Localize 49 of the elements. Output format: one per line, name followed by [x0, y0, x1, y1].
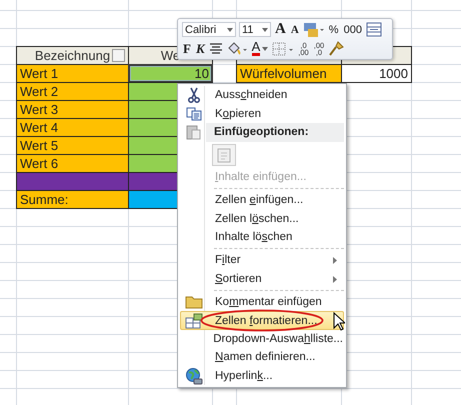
format-painter-icon[interactable]	[328, 40, 344, 56]
menu-item[interactable]: Sortieren	[180, 270, 344, 288]
font-name-field[interactable]: Calibri	[182, 22, 236, 37]
menu-item[interactable]: Zellen formatieren...	[180, 311, 344, 330]
number-format-button[interactable]: %	[328, 21, 340, 38]
menu-item[interactable]: Zellen einfügen...	[180, 191, 344, 210]
fill-color-icon[interactable]	[226, 40, 248, 56]
cell-styles-icon[interactable]	[302, 22, 325, 38]
submenu-arrow-icon	[333, 276, 337, 283]
table-cell: Wert 3	[16, 100, 129, 119]
clipboard-icon	[185, 124, 201, 140]
column-header: Bezeichnung	[16, 46, 129, 65]
menu-item[interactable]: Kommentar einfügen	[180, 292, 344, 312]
shrink-font-button[interactable]: A	[290, 21, 300, 38]
copy-icon	[186, 106, 202, 121]
table-cell: Würfelvolumen	[236, 64, 342, 83]
format-cells-icon	[185, 312, 203, 329]
submenu-arrow-icon	[333, 257, 337, 264]
menu-item[interactable]: Zellen löschen...	[180, 209, 344, 228]
table-cell: Summe:	[16, 190, 129, 209]
grow-font-button[interactable]: A	[274, 21, 287, 38]
dropdown-arrow-icon	[262, 28, 268, 32]
menu-item[interactable]: Namen definieren...	[180, 348, 344, 367]
menu-item[interactable]: Inhalte löschen	[180, 228, 344, 246]
menu-item[interactable]: Kopieren	[180, 104, 344, 123]
filter-button[interactable]	[112, 49, 125, 62]
globe-icon	[185, 366, 203, 385]
borders-icon[interactable]	[272, 40, 294, 56]
menu-heading: Einfügeoptionen:	[206, 122, 344, 142]
scissors-icon	[187, 87, 201, 104]
number-format-button[interactable]: 000	[342, 21, 363, 38]
menu-item[interactable]: Filter	[180, 251, 344, 270]
dropdown-arrow-icon	[262, 46, 268, 50]
menu-item[interactable]: Dropdown-Auswahlliste...	[180, 330, 344, 348]
dropdown-arrow-icon	[227, 28, 233, 32]
page-icon	[217, 146, 231, 163]
menu-item[interactable]: Ausschneiden	[180, 86, 344, 104]
table-cell: 10	[128, 64, 213, 83]
table-cell: Wert 2	[16, 82, 129, 101]
table-cell: 1000	[341, 64, 412, 83]
merge-center-icon[interactable]	[366, 22, 382, 37]
table-cell: Wert 4	[16, 118, 129, 137]
align-center-icon[interactable]	[208, 42, 223, 55]
font-size-field[interactable]: 11	[239, 22, 271, 37]
table-cell: Wert 6	[16, 154, 129, 173]
table-cell: Wert 5	[16, 136, 129, 155]
font-color-button[interactable]: A	[250, 40, 270, 57]
menu-item[interactable]: Hyperlink...	[180, 366, 344, 386]
table-cell: Wert 1	[16, 64, 129, 83]
